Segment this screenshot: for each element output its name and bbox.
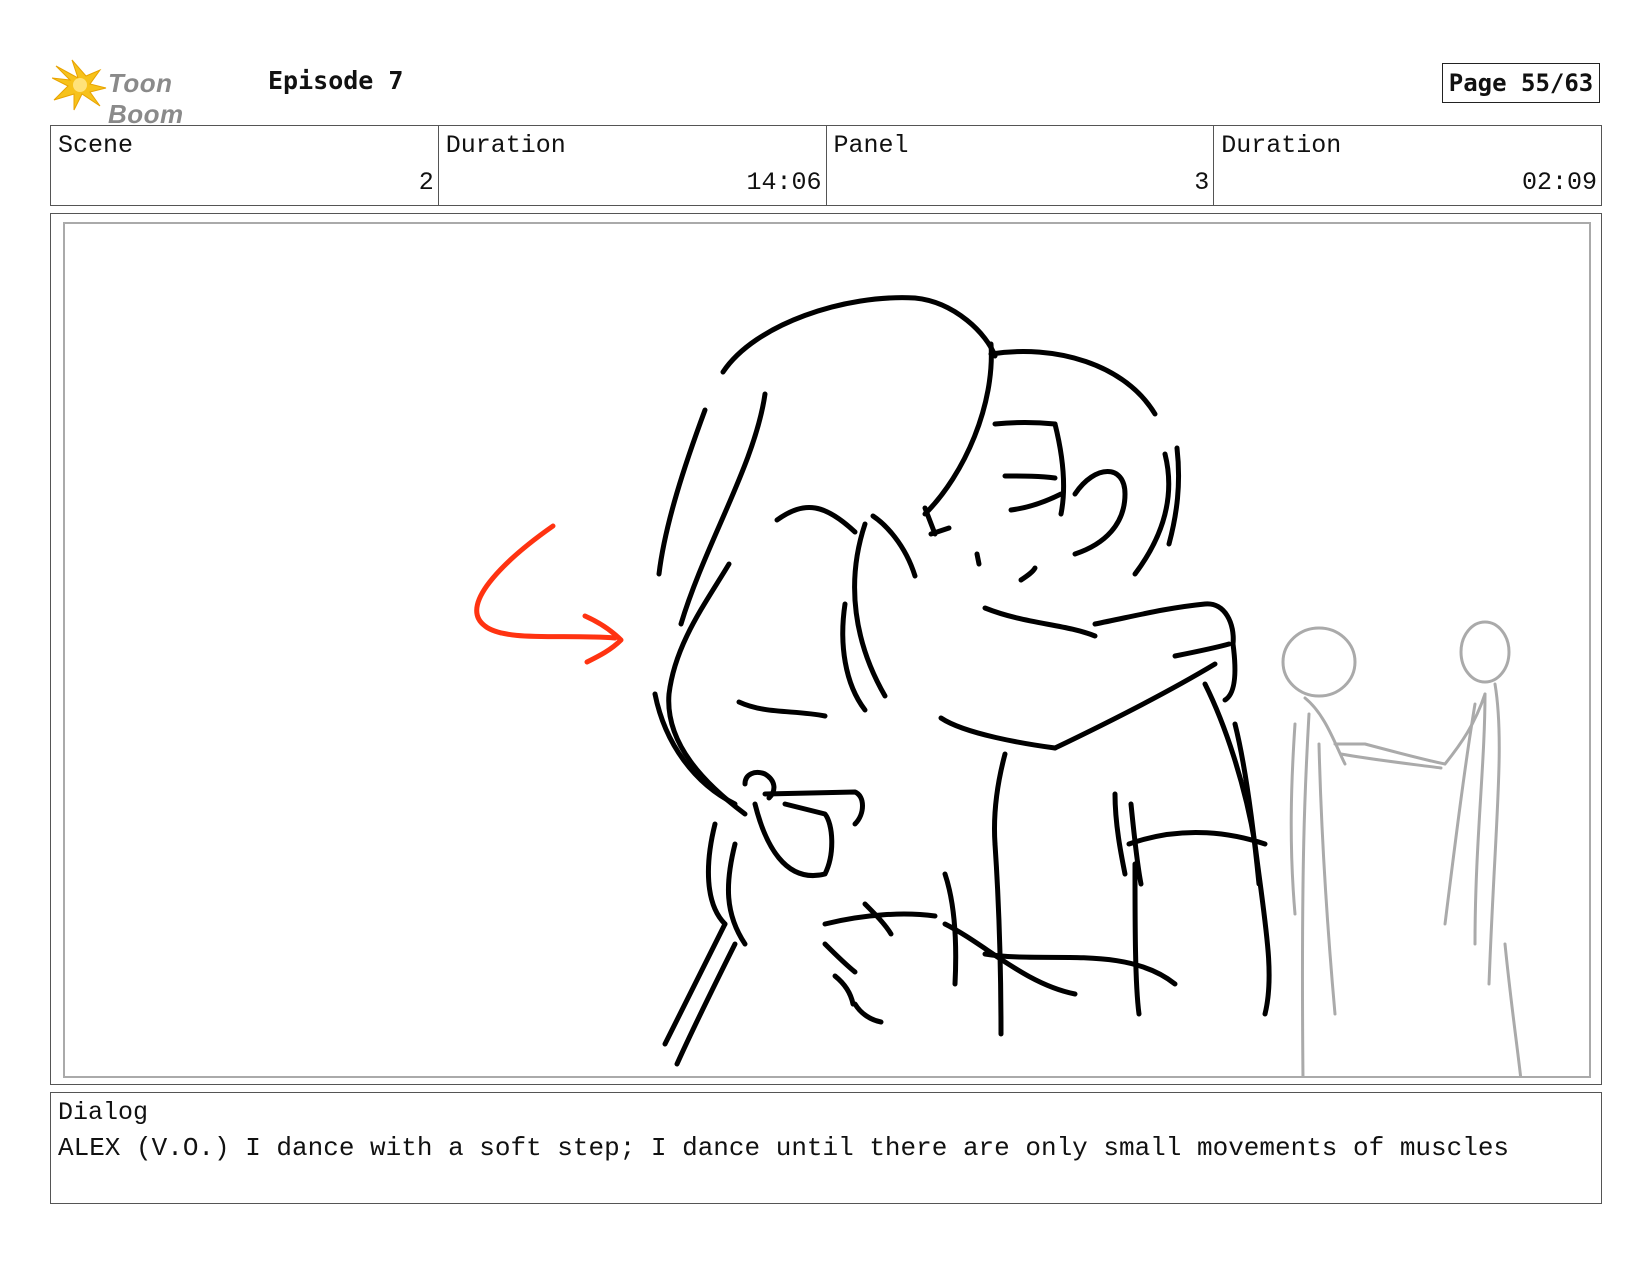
background-couple-sketch xyxy=(1281,620,1523,1076)
scene-value: 2 xyxy=(418,168,434,197)
panel-label: Panel xyxy=(833,131,909,160)
scene-duration-value: 14:06 xyxy=(746,168,822,197)
storyboard-drawing-area xyxy=(63,222,1591,1078)
storyboard-panel-frame xyxy=(50,213,1602,1085)
panel-value: 3 xyxy=(1194,168,1210,197)
dialog-label: Dialog xyxy=(58,1098,149,1127)
episode-title: Episode 7 xyxy=(268,66,404,95)
panel-duration-label: Duration xyxy=(1221,131,1342,160)
hugging-figures-sketch xyxy=(652,295,1272,1067)
logo-text: Toon Boom xyxy=(108,68,184,129)
panel-duration-cell: Duration 02:09 xyxy=(1214,126,1601,205)
scene-label: Scene xyxy=(58,131,134,160)
toon-boom-logo: Toon Boom xyxy=(52,56,252,129)
dialog-box: Dialog ALEX (V.O.) I dance with a soft s… xyxy=(50,1092,1602,1204)
panel-cell: Panel 3 xyxy=(827,126,1215,205)
scene-cell: Scene 2 xyxy=(51,126,439,205)
scene-duration-cell: Duration 14:06 xyxy=(439,126,827,205)
dialog-text: ALEX (V.O.) I dance with a soft step; I … xyxy=(58,1133,1510,1163)
panel-duration-value: 02:09 xyxy=(1521,168,1597,197)
scene-duration-label: Duration xyxy=(445,131,566,160)
toon-boom-star-icon xyxy=(52,59,107,111)
motion-arrow-icon xyxy=(474,523,624,665)
scene-info-table: Scene 2 Duration 14:06 Panel 3 Duration … xyxy=(50,125,1602,206)
storyboard-sketch xyxy=(474,295,1523,1076)
page-number: Page 55/63 xyxy=(1442,63,1600,103)
